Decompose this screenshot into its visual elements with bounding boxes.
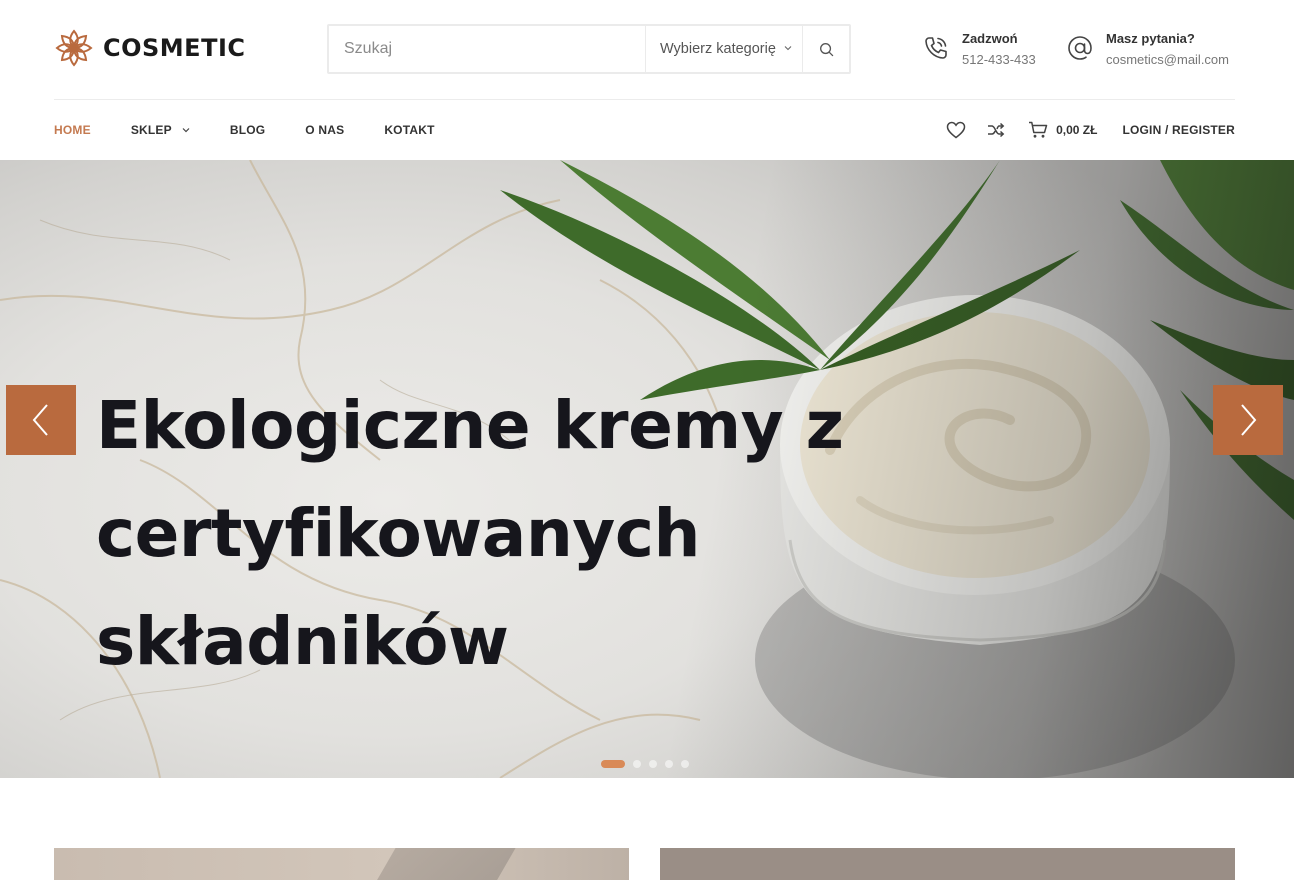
contact-phone-value: 512-433-433 [962, 52, 1036, 67]
hero-slider: Ekologiczne kremy z certyfikowanych skła… [0, 160, 1294, 778]
shuffle-icon [988, 122, 1005, 138]
slider-pagination [601, 760, 697, 768]
logo[interactable]: COSMETIC [54, 28, 246, 68]
cart-icon [1029, 121, 1048, 138]
nav-item-label: BLOG [229, 123, 266, 137]
compare-button[interactable] [986, 120, 1006, 140]
nav-item-contact[interactable]: KOTAKT [384, 123, 434, 137]
contact-phone-title: Zadzwoń [962, 31, 1018, 46]
nav-item-label: SKLEP [130, 123, 172, 137]
contact-email[interactable]: Masz pytania? cosmetics@mail.com [1066, 30, 1229, 68]
contact-email-value: cosmetics@mail.com [1106, 52, 1229, 67]
category-select[interactable]: Wybierz kategorię [645, 26, 803, 72]
nav-item-home[interactable]: HOME [54, 123, 91, 137]
chevron-right-icon [1241, 404, 1257, 436]
promo-banner-left[interactable] [54, 848, 629, 880]
main-navigation: HOME SKLEP BLOG O NAS KOTAKT 0,00 ZŁ LOG… [54, 100, 1235, 160]
heart-icon [946, 121, 966, 139]
chevron-left-icon [32, 404, 48, 436]
slider-dot[interactable] [601, 760, 625, 768]
login-register-link[interactable]: LOGIN / REGISTER [1122, 123, 1235, 137]
header-actions: 0,00 ZŁ LOGIN / REGISTER [926, 100, 1235, 160]
hero-title: Ekologiczne kremy z certyfikowanych skła… [96, 387, 844, 680]
contact-email-text: Masz pytania? cosmetics@mail.com [1106, 30, 1229, 68]
slider-next-button[interactable] [1213, 385, 1283, 455]
search-input[interactable] [329, 26, 645, 72]
nav-item-label: HOME [54, 123, 91, 137]
slider-dot[interactable] [633, 760, 641, 768]
nav-item-label: O NAS [305, 123, 345, 137]
cart-button[interactable]: 0,00 ZŁ [1028, 121, 1097, 139]
slider-dot[interactable] [681, 760, 689, 768]
slider-prev-button[interactable] [6, 385, 76, 455]
promo-banner-right[interactable] [660, 848, 1235, 880]
contact-phone-text: Zadzwoń 512-433-433 [962, 30, 1036, 68]
chevron-down-icon [182, 128, 190, 133]
nav-item-about[interactable]: O NAS [305, 123, 344, 137]
search-button[interactable] [803, 26, 849, 72]
nav-item-blog[interactable]: BLOG [230, 123, 265, 137]
header-top: COSMETIC Wybierz kategorię Zadzwoń 512-4… [54, 0, 1235, 100]
phone-icon [925, 37, 947, 59]
chevron-down-icon [784, 46, 792, 51]
logo-text: COSMETIC [103, 34, 246, 62]
nav-item-label: KOTAKT [384, 123, 435, 137]
banner-decoration [372, 848, 516, 880]
at-icon [1068, 36, 1092, 60]
cart-total: 0,00 ZŁ [1056, 123, 1098, 137]
logo-flower-icon [55, 29, 93, 67]
slider-dot[interactable] [665, 760, 673, 768]
search-bar: Wybierz kategorię [327, 24, 851, 74]
slider-dot[interactable] [649, 760, 657, 768]
nav-links: HOME SKLEP BLOG O NAS KOTAKT [54, 100, 475, 160]
search-icon [819, 42, 833, 56]
nav-item-shop[interactable]: SKLEP [131, 123, 190, 137]
contact-phone[interactable]: Zadzwoń 512-433-433 [922, 30, 1036, 68]
contact-email-title: Masz pytania? [1106, 31, 1195, 46]
category-select-label: Wybierz kategorię [660, 41, 776, 57]
wishlist-button[interactable] [946, 120, 966, 140]
